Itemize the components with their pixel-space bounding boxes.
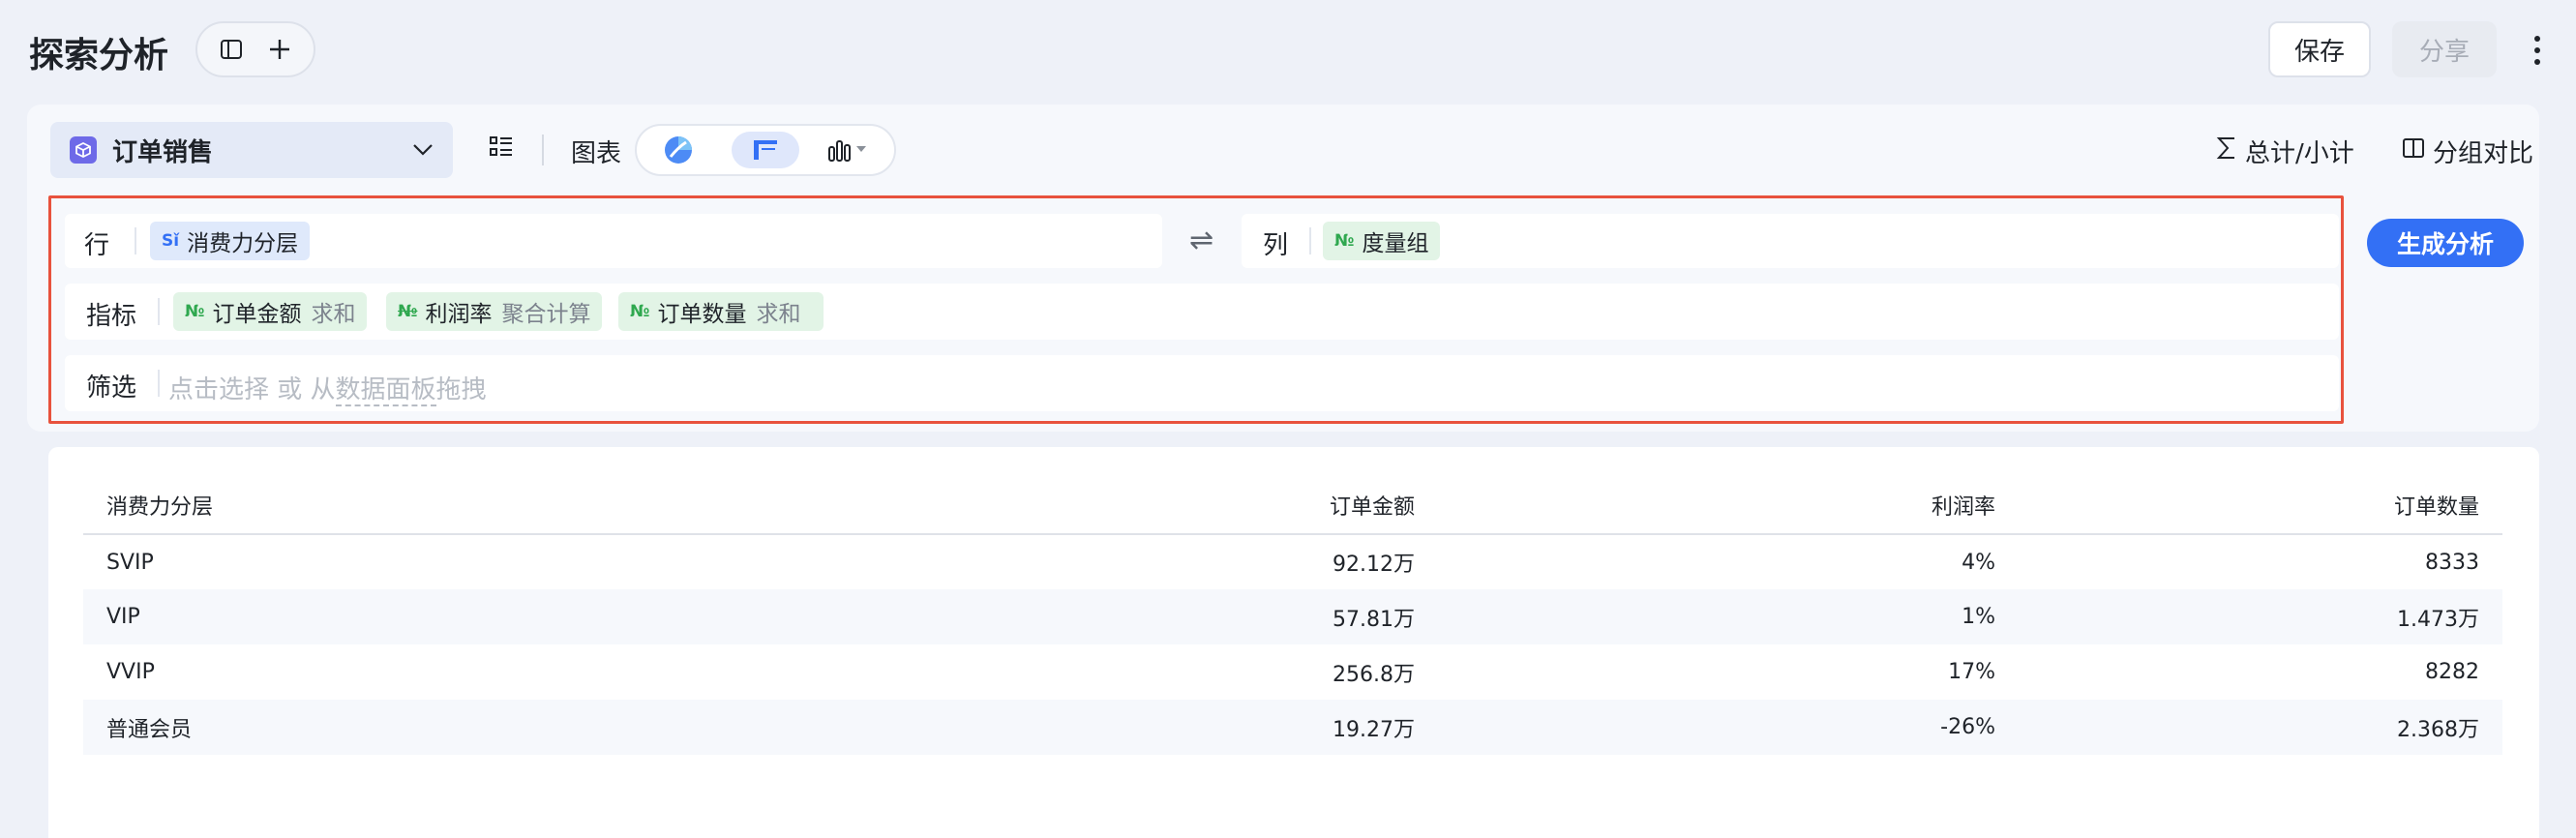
chevron-down-icon — [413, 144, 433, 156]
measure-label: 订单金额 — [212, 302, 302, 327]
sigma-icon — [2216, 135, 2237, 167]
measure-chip-order-amount[interactable]: № 订单金额 求和 — [173, 292, 368, 331]
top-bar: 探索分析 保存 分享 — [0, 0, 2576, 101]
table-cell: -26% — [1438, 700, 2019, 755]
chart-type-switcher — [635, 124, 896, 176]
table-cell: SVIP — [106, 550, 154, 575]
table-row: 普通会员 19.27万 -26% 2.368万 — [83, 700, 2502, 755]
measure-type-icon: № — [185, 302, 205, 321]
column-header[interactable]: 消费力分层 — [83, 476, 906, 535]
swap-icon: ⇌ — [1189, 224, 1214, 257]
column-header[interactable]: 利润率 — [1438, 476, 2019, 535]
measure-chip-profit-rate[interactable]: № 利润率 聚合计算 — [386, 292, 603, 331]
rows-shelf[interactable]: 行 Sǐ 消费力分层 — [65, 214, 1162, 268]
table-cell: 19.27万 — [906, 700, 1438, 755]
filter-label: 筛选 — [86, 374, 137, 403]
column-header[interactable]: 订单金额 — [906, 476, 1438, 535]
dimension-type-icon: Sǐ — [162, 231, 180, 251]
list-icon — [490, 136, 512, 156]
toolbar-divider — [542, 135, 544, 165]
result-area: 消费力分层 订单金额 利润率 订单数量 SVIP 92.12万 4% 8333 … — [48, 447, 2539, 838]
group-compare-label: 分组对比 — [2433, 139, 2534, 168]
add-button[interactable] — [260, 30, 299, 69]
field-list-button[interactable] — [488, 134, 515, 165]
column-header[interactable]: 订单数量 — [2019, 476, 2502, 535]
calc-measure-type-icon: № — [398, 302, 418, 321]
columns-shelf[interactable]: 列 № 度量组 — [1242, 214, 2339, 268]
table-cell: 57.81万 — [906, 589, 1438, 644]
measure-agg: 聚合计算 — [501, 302, 591, 327]
row-field-label: 消费力分层 — [187, 231, 299, 256]
measure-label: 利润率 — [425, 302, 493, 327]
chart-label: 图表 — [571, 139, 622, 168]
measure-label: 订单数量 — [657, 302, 747, 327]
measures-label: 指标 — [86, 302, 137, 331]
table-cell: 2.368万 — [2019, 700, 2502, 755]
compare-icon — [2402, 136, 2425, 166]
table-header-row: 消费力分层 订单金额 利润率 订单数量 — [83, 476, 2502, 535]
column-field-chip[interactable]: № 度量组 — [1323, 222, 1441, 260]
table-row: VIP 57.81万 1% 1.473万 — [83, 589, 2502, 644]
measure-chip-order-count[interactable]: № 订单数量 求和 — [618, 292, 824, 331]
table-cell: 4% — [1962, 550, 1995, 575]
generate-analysis-button[interactable]: 生成分析 — [2367, 219, 2524, 267]
table-chart-icon — [754, 140, 777, 160]
table-cell: VIP — [83, 589, 906, 644]
table-cell: 256.8万 — [1333, 662, 1415, 687]
filter-divider — [158, 370, 160, 397]
table-cell: 1.473万 — [2019, 589, 2502, 644]
result-table: 消费力分层 订单金额 利润率 订单数量 SVIP 92.12万 4% 8333 … — [83, 476, 2502, 755]
column-field-label: 度量组 — [1362, 231, 1429, 256]
table-cell: 8282 — [2425, 660, 2479, 684]
columns-divider — [1309, 227, 1311, 254]
plus-icon — [270, 40, 289, 59]
table-row: VVIP 256.8万 17% 8282 — [83, 644, 2502, 700]
filter-placeholder: 点击选择 或 从数据面板拖拽 — [168, 375, 487, 406]
totals-label: 总计/小计 — [2245, 139, 2354, 168]
measure-agg: 求和 — [756, 302, 801, 327]
measures-shelf[interactable]: 指标 № 订单金额 求和 № 利润率 聚合计算 № 订单数量 求和 — [65, 284, 2339, 340]
table-cell: 17% — [1948, 660, 1995, 684]
row-field-chip[interactable]: Sǐ 消费力分层 — [150, 222, 311, 260]
chart-type-table[interactable] — [732, 132, 799, 168]
table-cell: 8333 — [2425, 550, 2479, 575]
title-toolbar — [195, 21, 315, 77]
swap-rows-columns-button[interactable]: ⇌ — [1189, 224, 1213, 257]
chart-type-bar[interactable] — [817, 132, 884, 168]
totals-button[interactable]: 总计/小计 — [2216, 134, 2354, 169]
measure-type-icon: № — [630, 302, 650, 321]
more-vertical-icon — [2534, 36, 2540, 65]
more-button[interactable] — [2520, 29, 2555, 72]
sidebar-toggle-button[interactable] — [212, 30, 251, 69]
dataset-select[interactable]: 订单销售 — [50, 122, 453, 178]
measure-agg: 求和 — [311, 302, 356, 327]
chart-type-smart[interactable] — [646, 132, 710, 168]
columns-label: 列 — [1263, 231, 1289, 260]
table-cell: 1% — [1438, 589, 2019, 644]
table-cell: 92.12万 — [1333, 553, 1415, 577]
dataset-name: 订单销售 — [112, 137, 214, 167]
group-compare-button[interactable]: 分组对比 — [2402, 134, 2533, 169]
table-cell: VVIP — [106, 660, 155, 684]
share-button[interactable]: 分享 — [2392, 21, 2497, 77]
measure-group-icon: № — [1334, 231, 1355, 251]
rows-label: 行 — [84, 231, 110, 260]
rows-divider — [135, 227, 136, 254]
smart-chart-icon — [665, 136, 692, 164]
bar-chart-icon — [828, 140, 866, 162]
table-row: SVIP 92.12万 4% 8333 — [83, 534, 2502, 589]
save-button[interactable]: 保存 — [2268, 21, 2371, 77]
measures-divider — [158, 298, 160, 325]
sidebar-toggle-icon — [221, 40, 242, 59]
dataset-cube-icon — [70, 136, 97, 164]
page-title: 探索分析 — [29, 36, 169, 75]
table-cell: 普通会员 — [83, 700, 906, 755]
data-panel-link[interactable]: 数据面板 — [335, 375, 436, 406]
